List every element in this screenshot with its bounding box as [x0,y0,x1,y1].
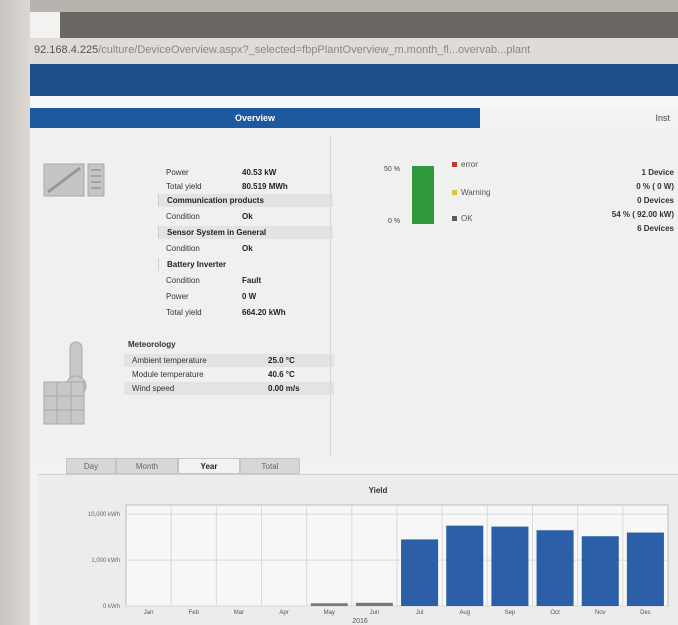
battery-condition-label: Condition [166,276,200,285]
sensor-title: Sensor System in General [158,226,333,239]
module-row: Module temperature 40.6 °C [124,368,334,381]
meteorology-title-text: Meteorology [128,340,176,349]
device-table: Power 40.53 kW Total yield 80.519 MWh Co… [158,164,333,324]
yield-chart: Yield 10,000 kWh 1,000 kWh 0 kWh Jan Feb Mar… [88,486,669,625]
thermometer-icon [43,341,87,425]
bar-oct [536,530,574,606]
url-path: /culture/DeviceOverview.aspx?_selected=f… [98,44,531,56]
x-tick-label: May [324,610,335,616]
bar-nov [581,536,619,606]
battery-title: Battery Inverter [158,258,333,271]
tab-overview[interactable]: Overview [30,108,480,128]
yield-chart-area: Yield 10,000 kWh 1,000 kWh 0 kWh Jan Feb Mar… [38,474,678,625]
y-tick-label: 10,000 kWh [88,512,120,518]
communication-condition-label: Condition [166,212,200,221]
communication-condition-value: Ok [242,212,253,221]
y-tick-label: 1,000 kWh [91,558,120,564]
bar-aug [446,525,484,606]
status-ok-bar [412,166,434,224]
ambient-label: Ambient temperature [132,356,207,365]
x-tick-label: Sep [505,610,516,616]
period-tabs: Day Month Year Total [52,458,672,474]
address-bar[interactable]: 92.168.4.225/culture/DeviceOverview.aspx… [30,38,678,64]
module-value: 40.6 °C [268,370,295,379]
tab-month[interactable]: Month [116,458,178,474]
inverter-icon [43,163,105,197]
wind-label: Wind speed [132,384,175,393]
legend-ok-label: OK [461,214,473,223]
ambient-row: Ambient temperature 25.0 °C [124,354,334,367]
tab-day[interactable]: Day [66,458,116,474]
power-label: Power [166,168,189,177]
monitor-bezel-top [0,0,678,12]
x-tick-label: Apr [279,610,288,616]
meteorology-table: Meteorology Ambient temperature 25.0 °C … [124,338,334,408]
ok-devices: 6 Devices [637,224,674,233]
x-tick-label: Jul [416,610,424,616]
browser-screen: 92.168.4.225/culture/DeviceOverview.aspx… [30,12,678,625]
status-pct-top: 50 % [384,166,400,173]
x-tick-label: Dec [640,610,651,616]
ok-power: 54 % ( 92.00 kW) [611,210,674,219]
wind-value: 0.00 m/s [268,384,300,393]
tab-total[interactable]: Total [240,458,300,474]
legend-warning: Warning [452,188,491,197]
page-header [30,64,678,96]
browser-tab-bar [60,12,678,38]
chart-x-ticks: Jan Feb Mar Apr May Jun Jul Aug Sep Oct Nov Dec [144,610,651,616]
x-tick-label: Aug [459,610,470,616]
module-label: Module temperature [132,370,204,379]
tab-instantaneous[interactable]: Inst [630,108,678,128]
bar-dec [626,532,664,606]
power-value: 40.53 kW [242,168,277,177]
chart-year-label: 2016 [352,618,368,625]
tab-year[interactable]: Year [178,458,240,474]
battery-power-label: Power [166,292,189,301]
error-power: 0 % ( 0 W) [636,182,674,191]
overview-panel: Power 40.53 kW Total yield 80.519 MWh Co… [30,128,678,458]
battery-power-value: 0 W [242,292,257,301]
legend-ok-swatch [452,216,457,222]
error-devices: 1 Device [641,168,674,177]
battery-yield-value: 664.20 kWh [242,308,286,317]
communication-title: Communication products [158,194,333,207]
x-tick-label: Jun [370,610,380,616]
bar-sep [491,526,529,606]
total-yield-label: Total yield [166,182,202,191]
sensor-condition-value: Ok [242,244,253,253]
chart-y-ticks: 10,000 kWh 1,000 kWh 0 kWh [88,512,120,610]
ambient-value: 25.0 °C [268,356,295,365]
x-tick-label: Jan [144,610,154,616]
x-tick-label: Feb [189,610,200,616]
total-yield-value: 80.519 MWh [242,182,288,191]
x-tick-label: Oct [550,610,560,616]
battery-yield-label: Total yield [166,308,202,317]
bar-jun [355,602,393,606]
legend-error-label: error [461,160,478,169]
wind-row: Wind speed 0.00 m/s [124,382,334,395]
status-pct-bottom: 0 % [388,218,401,225]
header-gap [30,96,678,106]
legend-warning-label: Warning [461,188,491,197]
x-tick-label: Mar [234,610,244,616]
legend-error: error [452,160,478,169]
bar-jul [401,539,439,606]
bar-may [310,603,348,606]
y-tick-label: 0 kWh [103,604,120,610]
legend-ok: OK [452,214,473,223]
url-host: 92.168.4.225 [34,44,99,56]
panel-divider [330,136,331,456]
battery-condition-value: Fault [242,276,262,285]
monitor-bezel-left [0,0,30,625]
warning-devices: 0 Devices [637,196,674,205]
legend-error-swatch [452,162,457,168]
sensor-condition-label: Condition [166,244,200,253]
legend-warning-swatch [452,190,457,196]
chart-title: Yield [369,486,388,495]
x-tick-label: Nov [595,610,606,616]
